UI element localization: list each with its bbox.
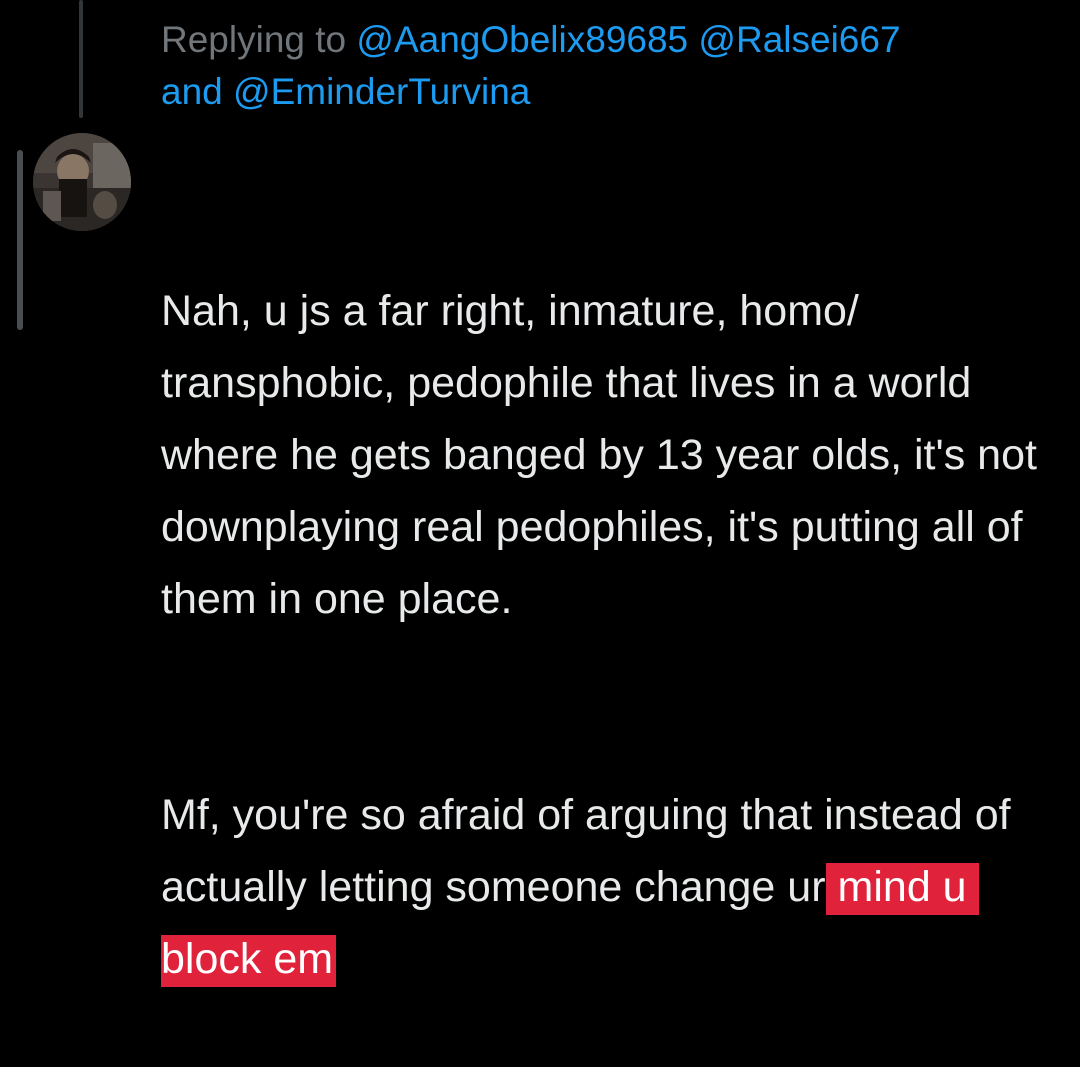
tweet-text: Nah, u js a far right, inmature, homo/ t…	[161, 131, 1066, 1067]
mention-link-aangobelix[interactable]: @AangObelix89685	[356, 19, 688, 60]
avatar-photo-icon	[33, 133, 131, 231]
thread-connector-line	[79, 0, 83, 118]
mention-link-emindertur[interactable]: @EminderTurvina	[233, 71, 530, 112]
replying-joiner: and	[161, 71, 223, 112]
mention-link-ralsei[interactable]: @Ralsei667	[698, 19, 900, 60]
scroll-indicator[interactable]	[17, 150, 23, 330]
tweet-paragraph-1: Nah, u js a far right, inmature, homo/ t…	[161, 287, 1049, 623]
replying-prefix: Replying to	[161, 19, 347, 60]
replying-to-line: Replying to @AangObelix89685 @Ralsei667 …	[161, 14, 1061, 118]
avatar[interactable]	[33, 133, 131, 231]
tweet-paragraph-2: Mf, you're so afraid of arguing that ins…	[161, 779, 1066, 995]
